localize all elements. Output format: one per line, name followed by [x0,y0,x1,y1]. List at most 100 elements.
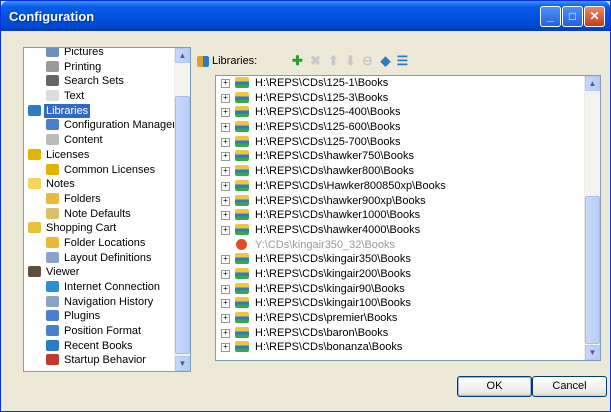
library-row[interactable]: + H:\REPS\CDs\125-3\Books [216,91,600,106]
scroll-down-arrow[interactable]: ▼ [175,356,190,371]
tree-item[interactable]: Folder Locations [24,236,174,251]
expand-icon[interactable]: + [221,137,230,147]
library-book-icon [235,165,249,177]
tree-item[interactable]: Common Licenses [24,163,174,178]
expand-icon[interactable]: + [221,343,230,353]
viewer-icon [28,266,41,278]
expand-icon[interactable]: + [221,93,230,103]
library-book-icon [235,91,249,103]
tree-item-label: Position Format [64,325,142,338]
expand-icon[interactable]: + [221,255,230,265]
libraries-scrollbar[interactable]: ▲ ▼ [584,76,600,360]
library-row[interactable]: + H:\REPS\CDs\Hawker800850xp\Books [216,179,600,194]
library-row[interactable]: + H:\REPS\CDs\hawker800\Books [216,164,600,179]
scroll-thumb[interactable] [585,196,600,344]
expand-icon[interactable]: + [221,152,230,162]
tree-item-label: Pictures [64,47,104,58]
tree-item[interactable]: Text [24,89,174,104]
remove-library-icon[interactable]: ✖ [309,54,322,67]
tree-item-label: Libraries [44,103,91,118]
tree-item[interactable]: Shopping Cart [24,221,174,236]
ok-button[interactable]: OK [457,376,532,397]
expand-icon[interactable]: + [221,79,230,88]
tree-item[interactable]: Folders [24,192,174,207]
libraries-rows: + H:\REPS\CDs\125-1\Books + H:\REPS\CDs\125… [216,76,600,355]
tree-item[interactable]: Recent Books [24,339,174,354]
tree-item[interactable]: Content [24,133,174,148]
library-row[interactable]: + H:\REPS\CDs\125-1\Books [216,76,600,91]
library-book-icon [235,121,249,133]
minimize-button[interactable]: _ [540,6,561,27]
expand-icon[interactable]: + [221,196,230,206]
tree-item[interactable]: Internet Connection [24,280,174,295]
library-row[interactable]: + H:\REPS\CDs\bonanza\Books [216,340,600,355]
library-book-icon [235,312,249,323]
tree-item[interactable]: Viewer [24,265,174,280]
library-row[interactable]: + H:\REPS\CDs\kingair350\Books [216,252,600,267]
library-book-icon [235,135,249,147]
libraries-list[interactable]: + H:\REPS\CDs\125-1\Books + H:\REPS\CDs\125… [215,75,601,361]
library-properties-icon[interactable]: ◆ [379,54,392,67]
scroll-thumb[interactable] [175,96,190,354]
tree-item[interactable]: Search Sets [24,74,174,89]
tree-item[interactable]: Configuration Manager [24,118,176,133]
library-book-icon [235,223,249,235]
tree-item[interactable]: Pictures [24,47,174,60]
tree-item[interactable]: Licenses [24,148,174,163]
expand-icon[interactable]: + [221,108,230,118]
expand-icon[interactable]: + [221,225,230,235]
tree-item[interactable]: Plugins [24,309,174,324]
library-row[interactable]: + H:\REPS\CDs\125-400\Books [216,105,600,120]
title-bar[interactable]: Configuration _ □ ✕ [1,1,610,31]
expand-icon[interactable]: + [221,299,230,309]
expand-icon[interactable]: + [221,167,230,177]
library-row[interactable]: + H:\REPS\CDs\premier\Books [216,311,600,326]
tree-item[interactable]: Libraries [24,103,174,119]
tree-item[interactable]: Navigation History [24,295,174,310]
cancel-button[interactable]: Cancel [532,376,607,397]
tree-item[interactable]: Position Format [24,324,174,339]
library-row[interactable]: + H:\REPS\CDs\baron\Books [216,326,600,341]
expand-icon[interactable]: + [221,211,230,221]
scroll-up-arrow[interactable]: ▲ [175,48,190,63]
move-down-icon[interactable]: ⬇ [344,54,357,67]
scroll-up-arrow[interactable]: ▲ [585,76,600,91]
expand-icon[interactable]: + [221,123,230,133]
disable-library-icon[interactable]: ⊖ [361,54,374,67]
tree-item[interactable]: Startup Behavior [24,353,174,368]
expand-icon[interactable]: + [221,284,230,294]
library-row[interactable]: + H:\REPS\CDs\hawker900xp\Books [216,194,600,209]
library-row[interactable]: + H:\REPS\CDs\125-600\Books [216,120,600,135]
library-row[interactable]: + H:\REPS\CDs\hawker4000\Books [216,223,600,238]
library-row[interactable]: Y:\CDs\kingair350_32\Books [216,238,600,253]
library-row[interactable]: + H:\REPS\CDs\125-700\Books [216,135,600,150]
move-up-icon[interactable]: ⬆ [327,54,340,67]
maximize-button[interactable]: □ [562,6,583,27]
add-library-icon[interactable]: ✚ [291,54,304,67]
expand-icon[interactable]: + [221,328,230,338]
tree-item-label: Shopping Cart [46,222,117,235]
library-row[interactable]: + H:\REPS\CDs\kingair90\Books [216,282,600,297]
tree-item-label: Search Sets [64,75,124,88]
library-row[interactable]: + H:\REPS\CDs\kingair100\Books [216,296,600,311]
library-row[interactable]: + H:\REPS\CDs\hawker1000\Books [216,208,600,223]
library-book-icon [235,106,249,118]
library-row[interactable]: + H:\REPS\CDs\kingair200\Books [216,267,600,282]
library-path: H:\REPS\CDs\Hawker800850xp\Books [255,179,446,192]
scroll-down-arrow[interactable]: ▼ [585,345,600,360]
tree-item[interactable]: Note Defaults [24,207,174,222]
pencil-icon [46,207,59,219]
expand-icon[interactable]: + [221,314,230,323]
settings-tree[interactable]: Pictures Printing Search Sets Text Libraries… [23,47,191,372]
tree-scrollbar[interactable]: ▲ ▼ [174,48,190,371]
close-button[interactable]: ✕ [584,6,605,27]
tree-item[interactable]: Notes [24,177,174,192]
expand-icon[interactable]: + [221,181,230,191]
library-path: H:\REPS\CDs\baron\Books [255,326,389,339]
expand-icon[interactable]: + [221,269,230,279]
tree-item[interactable]: Layout Definitions [24,251,174,266]
tree-item-label: Licenses [46,148,90,161]
list-view-icon[interactable]: ☰ [396,54,409,67]
tree-item[interactable]: Printing [24,60,174,75]
library-row[interactable]: + H:\REPS\CDs\hawker750\Books [216,149,600,164]
